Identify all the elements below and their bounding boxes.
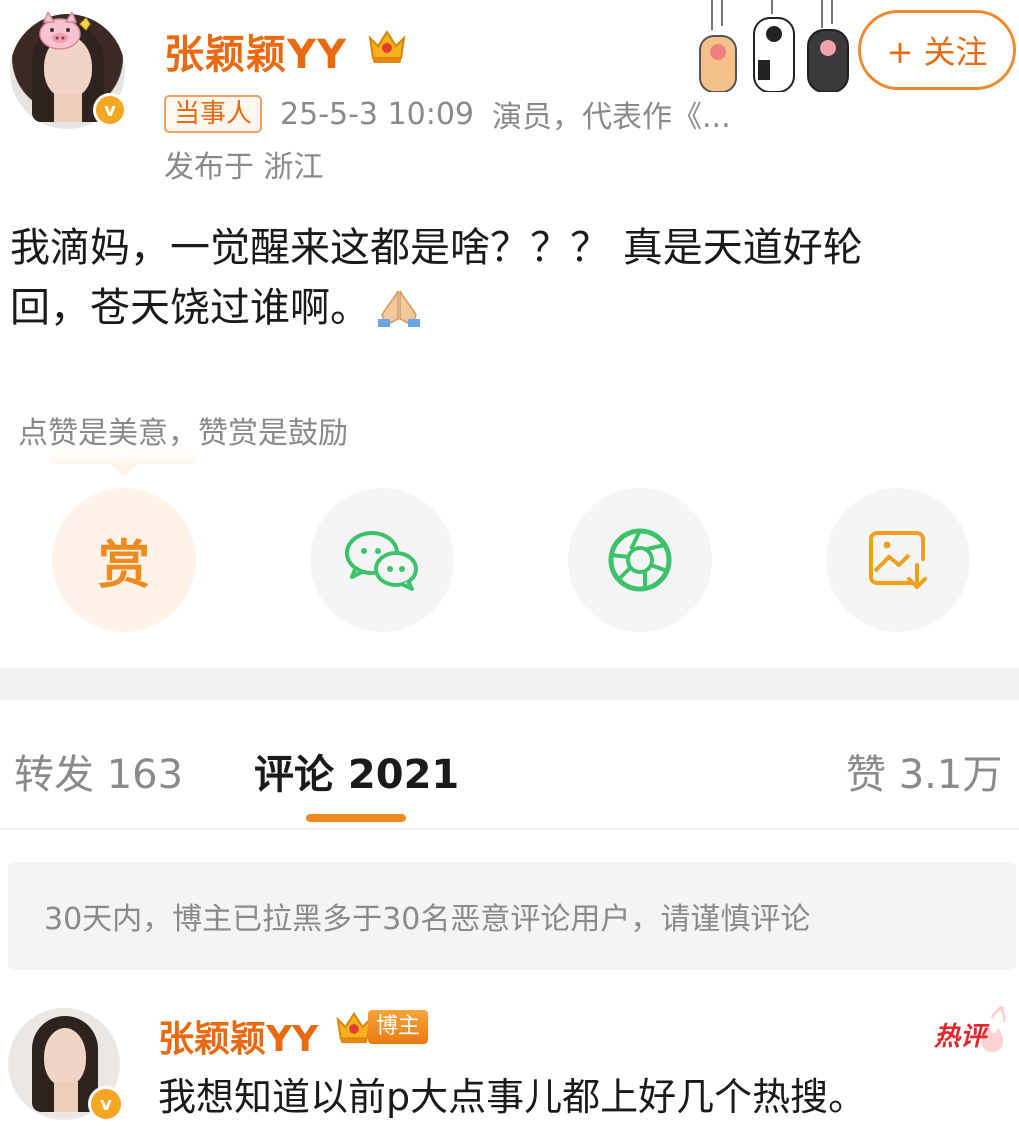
tab-likes[interactable]: 赞 3.1万 [846,742,1002,800]
active-tab-indicator [306,814,406,822]
save-image-button[interactable] [826,488,970,632]
post-tabs: 转发 163 评论 2021 赞 3.1万 [0,700,1019,830]
save-image-icon [869,531,927,589]
tab-comments[interactable]: 评论 2021 [254,742,459,800]
author-avatar[interactable]: v [10,12,127,129]
moments-share-button[interactable] [568,488,712,632]
hot-comment-label: 热评 [934,1022,987,1052]
post-time: 25-5-3 10:09 [280,96,475,132]
crown-icon [368,30,406,63]
share-actions: 赏 [0,488,1019,636]
commenter-name[interactable]: 张颖颖YY [158,1010,318,1062]
verified-badge-icon: v [88,1086,124,1122]
post-header: v 张颖颖YY 当事人 25-5-3 10:09 演员，代表作《... 发布于 … [0,0,1019,200]
pray-emoji-icon [378,290,420,327]
party-tag: 当事人 [164,95,263,133]
comment-notice: 30天内，博主已拉黑多于30名恶意评论用户，请谨慎评论 [8,862,1016,970]
avatar-neck [54,94,82,122]
cat-paws-decoration-icon [699,0,849,92]
author-name[interactable]: 张颖颖YY [164,22,347,80]
pig-sticker-icon [39,12,91,50]
post-content-line: 我滴妈，一觉醒来这都是啥？？？ 真是天道好轮 [10,225,863,271]
section-divider [0,668,1019,700]
moments-icon [608,528,672,592]
author-badge: 博主 [368,1010,429,1044]
post-meta: 当事人 25-5-3 10:09 演员，代表作《... [164,92,731,136]
avatar-neck [54,1082,78,1112]
post-content: 我滴妈，一觉醒来这都是啥？？？ 真是天道好轮 回，苍天饶过谁啊。 [10,218,1010,338]
avatar-face [44,1028,86,1086]
follow-button[interactable]: + 关注 [858,10,1016,90]
wechat-share-button[interactable] [310,488,454,632]
post-content-line: 回，苍天饶过谁啊。 [10,278,1010,338]
comment-text: 我想知道以前p大点事儿都上好几个热搜。 [158,1075,867,1119]
reward-tip-arrow [108,462,140,476]
comment-item: v 张颖颖YY 博主 热评 我想知道以前p大点事儿都上好几个热搜。 [0,1000,1019,1131]
author-bio: 演员，代表作《... [492,100,731,135]
commenter-avatar[interactable]: v [8,1008,124,1122]
hot-comment-badge: 热评 [930,1006,1010,1056]
wechat-icon [345,531,418,591]
post-location: 发布于 浙江 [164,150,324,185]
verified-badge-icon: v [93,93,127,127]
reward-button[interactable]: 赏 [52,488,196,632]
reward-icon: 赏 [97,535,150,596]
reward-tip: 点赞是美意，赞赏是鼓励 [18,416,348,451]
tab-repost[interactable]: 转发 163 [14,742,183,800]
